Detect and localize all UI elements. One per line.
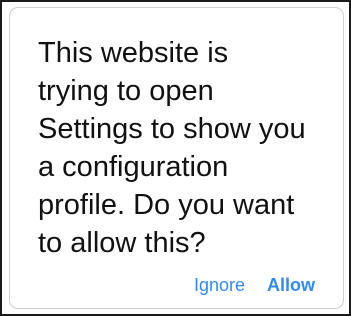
alert-message-line: trying to open xyxy=(38,75,214,107)
alert-message-line: a configuration xyxy=(38,151,229,183)
alert-message-line: profile. Do you want xyxy=(38,189,295,221)
screenshot-frame: This website is trying to open Settings … xyxy=(0,0,351,316)
alert-actions: Ignore Allow xyxy=(194,275,315,296)
alert-message: This website is trying to open Settings … xyxy=(38,34,338,262)
alert-message-line: to allow this? xyxy=(38,227,206,259)
ignore-button[interactable]: Ignore xyxy=(194,275,245,296)
allow-button[interactable]: Allow xyxy=(267,275,315,296)
alert-message-line: Settings to show you xyxy=(38,113,306,145)
alert-message-line: This website is xyxy=(38,37,229,69)
alert-dialog: This website is trying to open Settings … xyxy=(10,8,343,308)
